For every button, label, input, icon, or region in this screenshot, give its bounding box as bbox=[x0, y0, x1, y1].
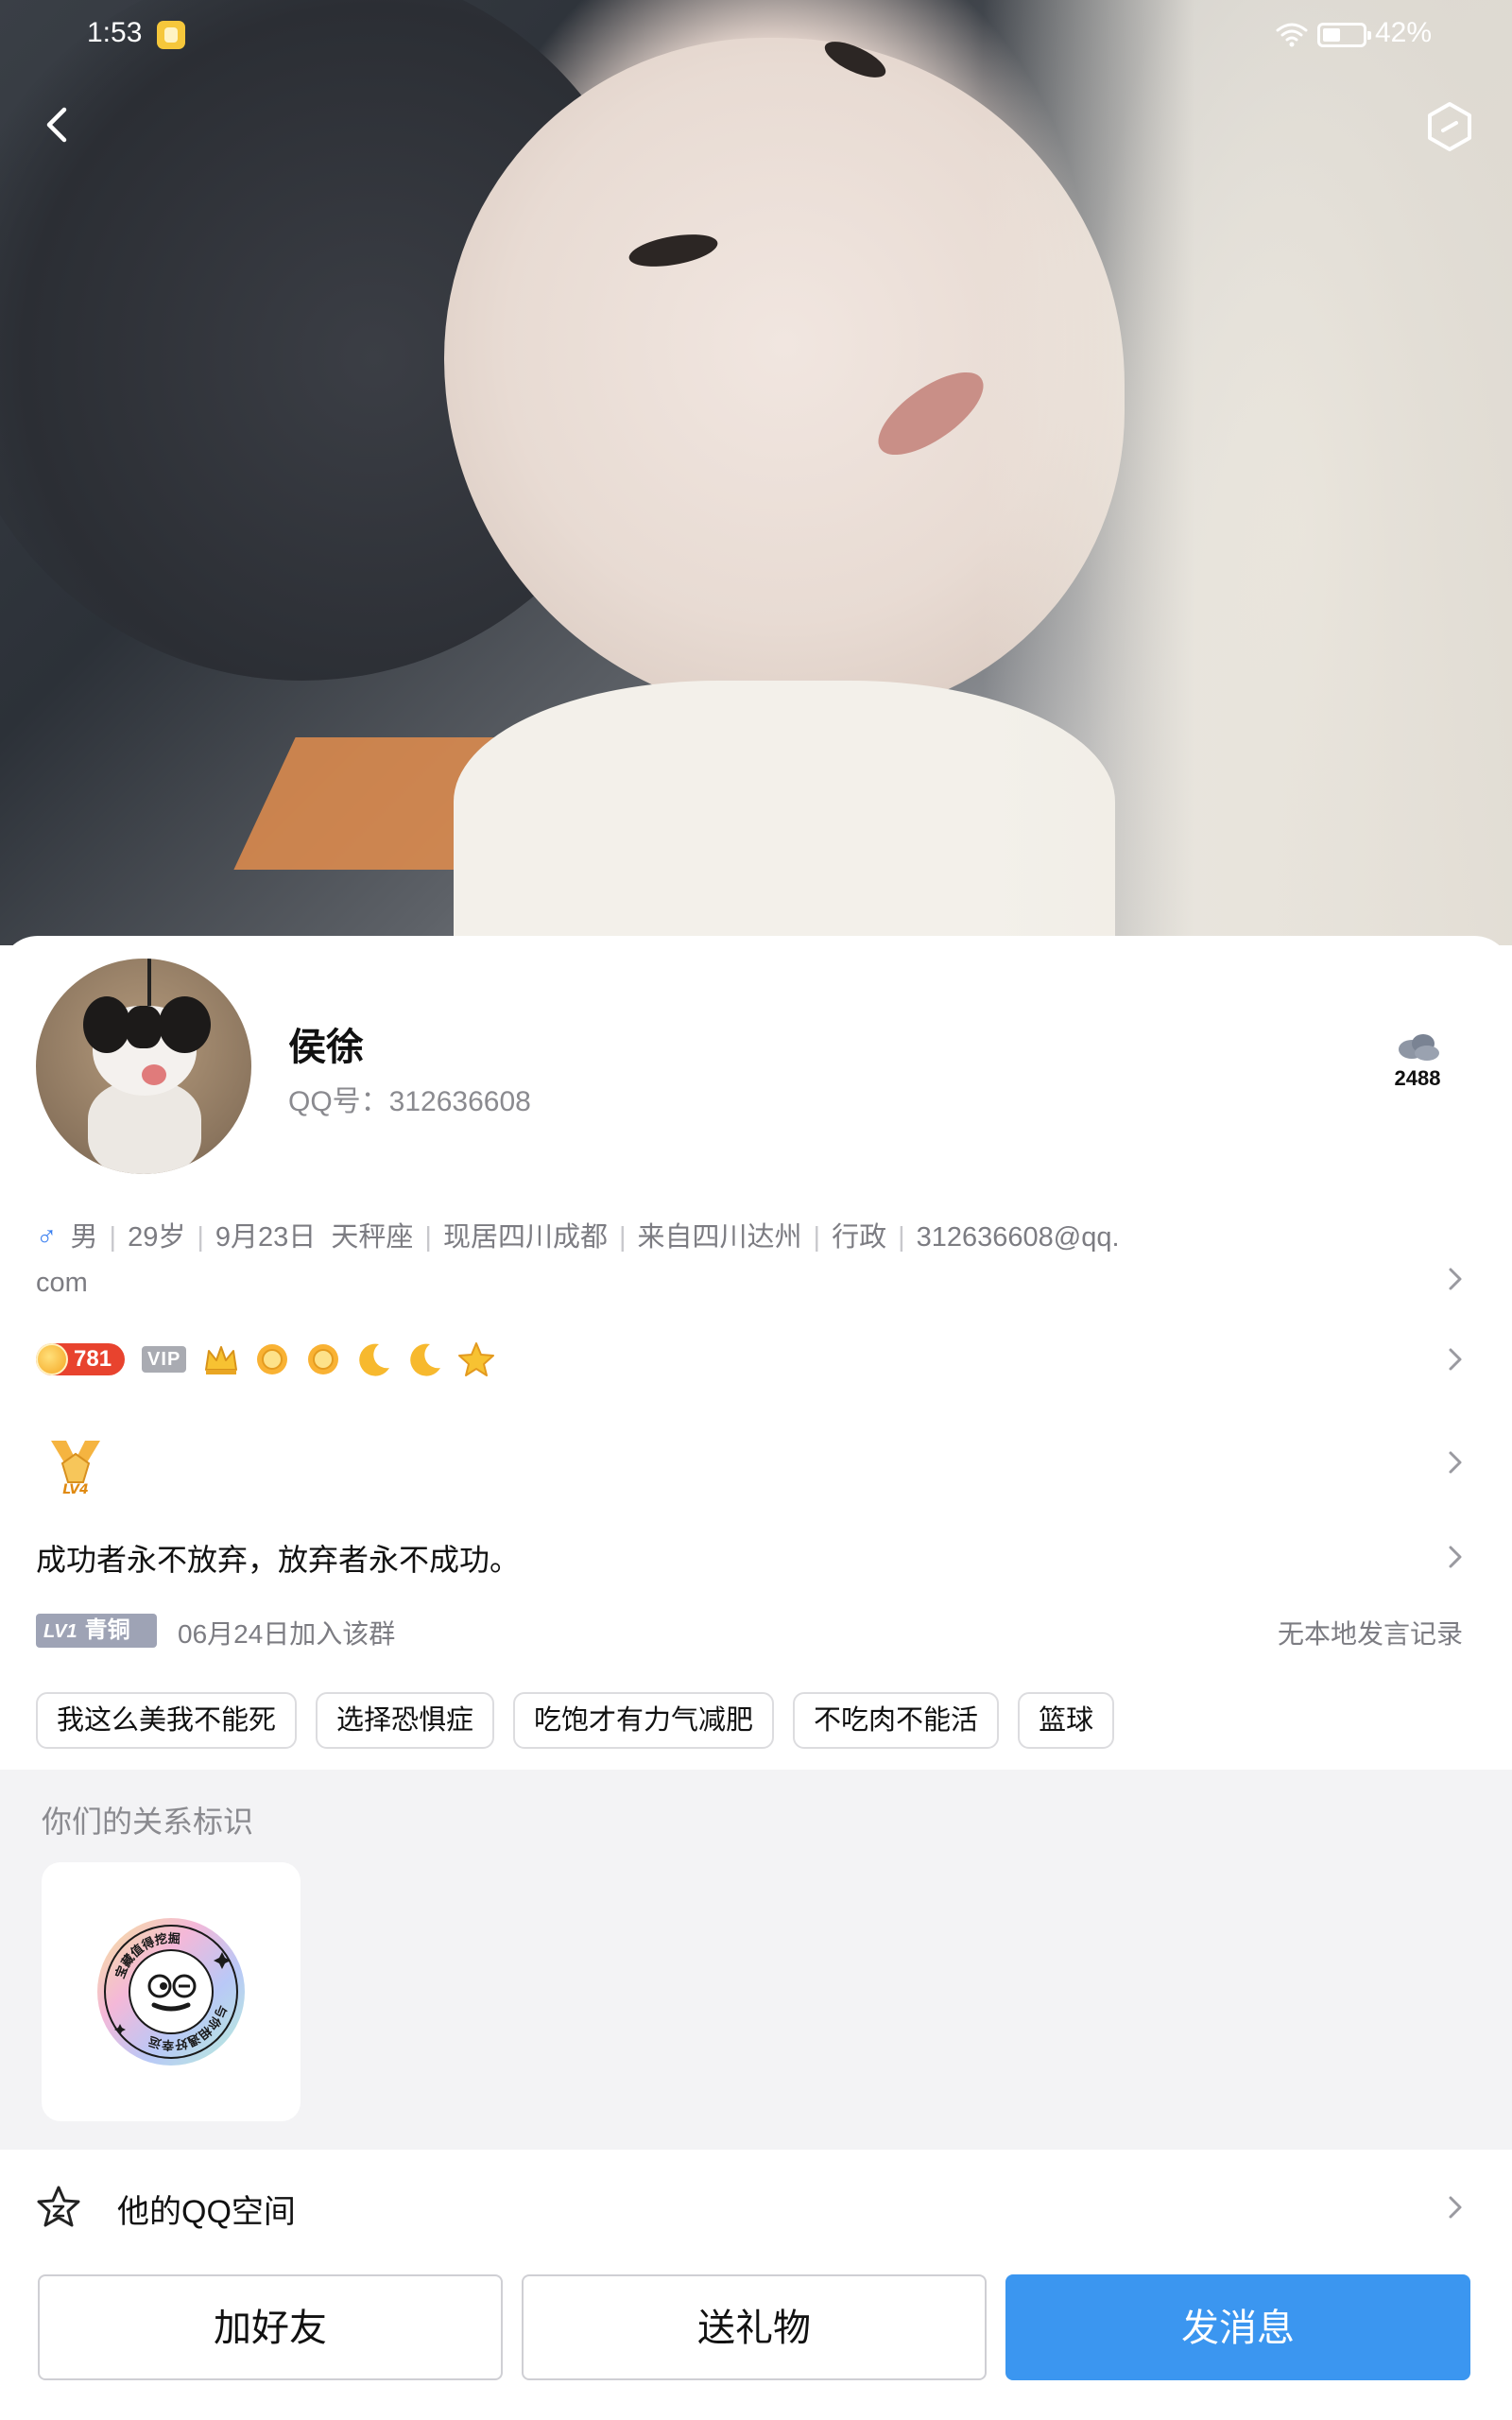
qzone-row[interactable]: 他的QQ空间 bbox=[0, 2165, 1512, 2250]
interest-tag[interactable]: 篮球 bbox=[1018, 1692, 1115, 1749]
relation-badge-icon: 宝藏值得挖掘 与你相遇好幸运 bbox=[97, 1918, 245, 2066]
group-level-name: 青铜 bbox=[84, 1617, 130, 1643]
separator: | bbox=[813, 1222, 821, 1253]
sun-icon bbox=[257, 1344, 288, 1374]
profile-info[interactable]: ♂ 男 | 29岁 | 9月23日 天秤座 | 现居四川成都 | 来自四川达州 | 行政 | 312636… bbox=[36, 1215, 1246, 1305]
status-time: 1:53 bbox=[87, 17, 143, 48]
moon-icon bbox=[359, 1343, 390, 1376]
chevron-right-icon[interactable] bbox=[1441, 1265, 1469, 1293]
interest-tags: 我这么美我不能死 选择恐惧症 吃饱才有力气减肥 不吃肉不能活 篮球 bbox=[36, 1692, 1115, 1749]
interest-tag[interactable]: 选择恐惧症 bbox=[316, 1692, 495, 1749]
crown-icon bbox=[205, 1346, 238, 1374]
coin-value: 781 bbox=[74, 1346, 112, 1372]
separator: | bbox=[618, 1222, 627, 1253]
wifi-icon bbox=[1276, 23, 1308, 47]
avatar-dog-shape bbox=[142, 1064, 166, 1085]
separator: | bbox=[424, 1222, 432, 1253]
zodiac-text: 天秤座 bbox=[331, 1222, 414, 1253]
male-icon: ♂ bbox=[36, 1221, 58, 1253]
cover-photo[interactable] bbox=[0, 0, 1512, 945]
interest-tag[interactable]: 我这么美我不能死 bbox=[36, 1692, 298, 1749]
separator: | bbox=[109, 1222, 117, 1253]
relation-title: 你们的关系标识 bbox=[42, 1805, 254, 1839]
speech-record-text: 无本地发言记录 bbox=[1277, 1619, 1463, 1649]
qzone-star-icon bbox=[37, 2186, 80, 2227]
status-bar: 1:53 42% bbox=[0, 0, 1512, 68]
battery-icon bbox=[1317, 23, 1371, 47]
age-text: 29岁 bbox=[128, 1222, 186, 1253]
separator: | bbox=[898, 1222, 905, 1253]
email-text: 312636608@qq. bbox=[916, 1222, 1120, 1253]
group-join-date: 06月24日加入该群 bbox=[178, 1619, 396, 1649]
relation-card[interactable]: 宝藏值得挖掘 与你相遇好幸运 bbox=[42, 1862, 301, 2121]
job-text: 行政 bbox=[832, 1222, 887, 1253]
email-text-continued: com bbox=[36, 1268, 88, 1298]
hometown-text: 来自四川达州 bbox=[637, 1222, 802, 1253]
cloud-widget[interactable]: 2488 bbox=[1380, 1030, 1455, 1106]
relation-section: 你们的关系标识 宝藏值得挖掘 与你相遇好幸运 bbox=[0, 1770, 1512, 2150]
battery-percent: 42% bbox=[1375, 17, 1433, 48]
coin-badge: 781 bbox=[36, 1343, 126, 1375]
level-medal-icon[interactable]: LV4 bbox=[45, 1437, 106, 1497]
badges-row[interactable]: 781 VIP bbox=[36, 1338, 496, 1381]
coin-icon bbox=[36, 1343, 68, 1375]
profile-name: 侯徐 bbox=[288, 1027, 364, 1068]
chevron-right-icon[interactable] bbox=[1441, 1543, 1469, 1571]
avatar-dog-shape bbox=[126, 1006, 162, 1048]
chevron-right-icon bbox=[1449, 2196, 1462, 2219]
action-bar: 加好友 送礼物 发消息 bbox=[0, 2259, 1512, 2420]
avatar[interactable] bbox=[36, 959, 251, 1174]
group-level-prefix: LV1 bbox=[43, 1621, 77, 1642]
chevron-right-icon[interactable] bbox=[1441, 1448, 1469, 1477]
gender-text: 男 bbox=[70, 1222, 98, 1253]
back-icon[interactable] bbox=[28, 95, 89, 155]
medal-label: LV4 bbox=[62, 1482, 89, 1497]
send-message-button[interactable]: 发消息 bbox=[1005, 2274, 1470, 2380]
avatar-dog-shape bbox=[159, 996, 211, 1053]
group-info-row: LV1 青铜 06月24日加入该群 无本地发言记录 bbox=[36, 1612, 1463, 1650]
chevron-right-icon[interactable] bbox=[1441, 1345, 1469, 1374]
interest-tag[interactable]: 不吃肉不能活 bbox=[793, 1692, 1000, 1749]
vip-badge: VIP bbox=[142, 1346, 187, 1373]
notification-app-icon bbox=[157, 21, 185, 49]
send-gift-button[interactable]: 送礼物 bbox=[522, 2274, 987, 2380]
interest-tag[interactable]: 吃饱才有力气减肥 bbox=[513, 1692, 775, 1749]
location-text: 现居四川成都 bbox=[442, 1222, 608, 1253]
avatar-dog-shape bbox=[83, 996, 130, 1053]
birthday-text: 9月23日 bbox=[215, 1222, 317, 1253]
star-icon bbox=[458, 1342, 495, 1376]
separator: | bbox=[197, 1222, 204, 1253]
cloud-icon bbox=[1399, 1034, 1439, 1061]
moon-icon bbox=[410, 1343, 441, 1376]
sun-icon bbox=[308, 1344, 339, 1374]
qzone-label: 他的QQ空间 bbox=[117, 2194, 296, 2230]
add-friend-button[interactable]: 加好友 bbox=[38, 2274, 503, 2380]
signature-text[interactable]: 成功者永不放弃，放弃者永不成功。 bbox=[36, 1536, 520, 1580]
group-level-badge: LV1 青铜 bbox=[36, 1614, 157, 1648]
cloud-count: 2488 bbox=[1394, 1066, 1441, 1090]
more-hexagon-icon[interactable] bbox=[1418, 95, 1482, 159]
qq-number[interactable]: QQ号：312636608 bbox=[288, 1078, 531, 1119]
